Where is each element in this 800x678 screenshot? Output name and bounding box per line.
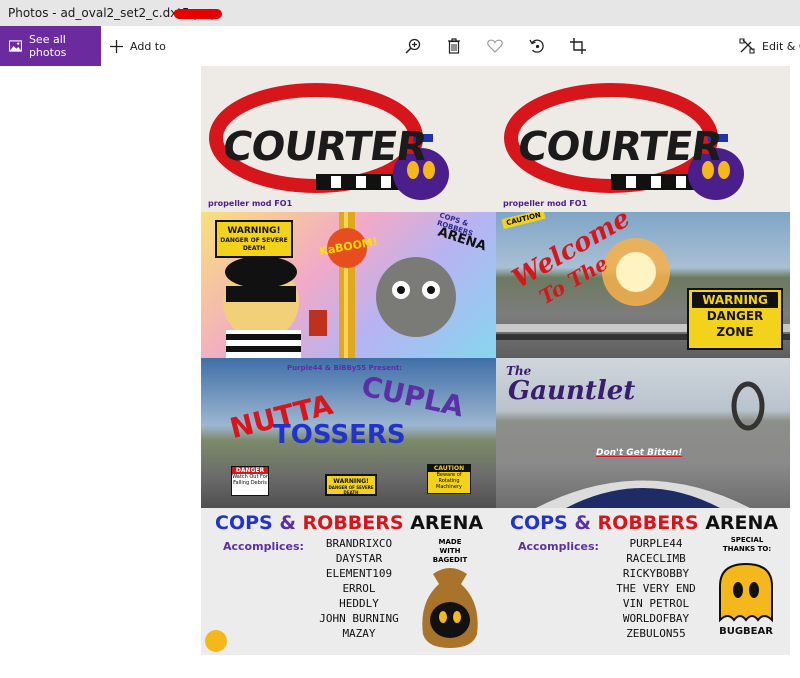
delete-button[interactable] (445, 37, 463, 55)
tossers-word: TOSSERS (273, 420, 406, 450)
falling-debris-sign: DANGER Watch Out For Falling Debris (231, 466, 269, 496)
heart-icon (487, 39, 503, 53)
rotate-icon (529, 39, 544, 53)
tile-nutta-cupla: Purple44 & BiBBy55 Present: NUTTA CUPLA … (201, 358, 496, 508)
add-to-label: Add to (130, 39, 166, 53)
tile-courter-left: COURTER propeller mod FO1 (201, 66, 496, 212)
zoom-in-icon (405, 38, 421, 54)
credits-title: COPS & ROBBERS ARENA (510, 512, 779, 534)
photos-icon (9, 40, 22, 52)
edit-create-button[interactable]: Edit & C (739, 26, 800, 66)
favorite-button[interactable] (486, 37, 504, 55)
crop-button[interactable] (569, 37, 587, 55)
tile-cops-arena-cartoon: WARNING! DANGER OF SEVERE DEATH KaBOOM! … (201, 212, 496, 358)
cupla-word: CUPLA (358, 369, 467, 424)
credits-title: COPS & ROBBERS ARENA (215, 512, 484, 534)
courter-caption: propeller mod FO1 (503, 199, 588, 208)
special-thanks-text: SPECIAL THANKS TO: (722, 536, 772, 553)
rotating-machinery-sign: CAUTION Beware of Rotating Machinery (427, 464, 471, 494)
title-bar: Photos - ad_oval2_set2_c.dxt5.png (0, 0, 800, 26)
tile-credits-right: COPS & ROBBERS ARENA Accomplices: PURPLE… (496, 508, 790, 655)
accomplices-label: Accomplices: (223, 540, 304, 553)
made-with-text: MADE WITH BAGEDIT (432, 538, 468, 564)
rotate-button[interactable] (528, 37, 546, 55)
edit-create-icon (739, 38, 755, 54)
courter-logo-text: COURTER (219, 124, 430, 170)
courter-caption: propeller mod FO1 (208, 199, 293, 208)
toolbar: See all photos Add to Edit & (0, 26, 800, 66)
redaction-mark (174, 9, 222, 19)
accomplices-list: PURPLE44 RACECLIMB RICKYBOBBY THE VERY E… (616, 537, 696, 640)
accomplices-list: BRANDRIXCO DAYSTAR ELEMENT109 ERROL HEDD… (319, 537, 399, 640)
tile-welcome: CAUTION Welcome To The WARNING DANGER ZO… (496, 212, 790, 358)
danger-zone-sign: WARNING DANGER ZONE (687, 288, 783, 350)
tile-gauntlet: The Gauntlet Don't Get Bitten! (496, 358, 790, 508)
courter-logo-text: COURTER (514, 124, 725, 170)
tile-credits-left: COPS & ROBBERS ARENA Accomplices: BRANDR… (201, 508, 496, 655)
zoom-button[interactable] (404, 37, 422, 55)
photo-viewer[interactable]: COURTER propeller mod FO1 COURTER propel… (201, 66, 790, 655)
bugbear-logo-text: BUGBEAR (719, 626, 773, 637)
severe-death-sign: WARNING! DANGER OF SEVERE DEATH (325, 474, 377, 496)
tile-courter-right: COURTER propeller mod FO1 (496, 66, 790, 212)
add-to-button[interactable]: Add to (110, 26, 166, 66)
warning-sign: WARNING! DANGER OF SEVERE DEATH (215, 220, 293, 258)
see-all-photos-button[interactable]: See all photos (0, 26, 101, 66)
corner-badge (205, 630, 227, 652)
edit-create-label: Edit & C (762, 39, 800, 53)
bugbear-mascot (719, 562, 773, 623)
sack-mascot (422, 568, 478, 648)
accomplices-label: Accomplices: (518, 540, 599, 553)
plus-icon (110, 39, 123, 53)
crop-icon (570, 38, 586, 54)
see-all-photos-label: See all photos (28, 33, 67, 59)
presenters-text: Purple44 & BiBBy55 Present: (287, 364, 402, 372)
delete-icon (448, 38, 460, 54)
gauntlet-title: Gauntlet (508, 376, 636, 406)
gauntlet-tagline: Don't Get Bitten! (596, 448, 683, 458)
